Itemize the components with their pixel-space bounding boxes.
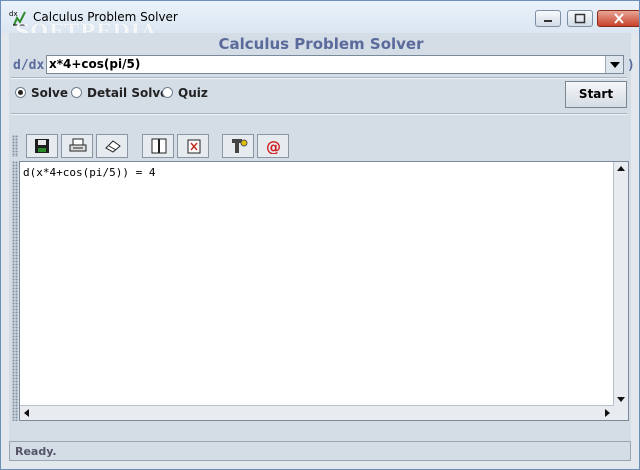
main-panel: Calculus Problem Solver d/dx( x*4+cos(pi… [9, 33, 635, 461]
option-quiz[interactable]: Quiz [162, 86, 212, 102]
scroll-corner [614, 406, 628, 420]
clear-button[interactable] [96, 134, 128, 158]
option-solve-label: Solve [31, 86, 68, 100]
trash-button[interactable] [177, 134, 209, 158]
title-bar[interactable]: dx Calculus Problem Solver SOFTPEDIA [1, 1, 639, 43]
radio-quiz[interactable] [162, 87, 173, 98]
scroll-up-icon[interactable] [614, 162, 628, 176]
app-heading: Calculus Problem Solver [218, 35, 424, 53]
svg-text:@: @ [266, 138, 281, 154]
option-quiz-label: Quiz [178, 86, 208, 100]
maximize-button[interactable] [567, 10, 593, 27]
scroll-down-icon[interactable] [614, 392, 628, 406]
option-detail-solve[interactable]: Detail Solve [71, 86, 168, 102]
expression-combobox[interactable]: x*4+cos(pi/5) [46, 55, 624, 74]
eraser-icon [105, 140, 121, 153]
status-text: Ready. [15, 445, 57, 458]
maximize-icon [574, 13, 586, 24]
minimize-button[interactable] [535, 10, 561, 27]
toolbar-grip[interactable] [12, 135, 18, 157]
scroll-right-icon[interactable] [600, 406, 614, 420]
settings-icon [232, 139, 248, 153]
option-detail-solve-label: Detail Solve [87, 86, 169, 100]
print-icon [69, 138, 87, 152]
save-icon [35, 139, 49, 153]
expression-input[interactable]: x*4+cos(pi/5) [49, 57, 140, 71]
settings-button[interactable] [222, 134, 254, 158]
radio-solve[interactable] [15, 87, 26, 98]
email-icon: @ [266, 138, 281, 154]
start-button[interactable]: Start [565, 81, 627, 108]
editor-grip [12, 161, 18, 421]
expression-suffix: ) [627, 58, 635, 73]
save-button[interactable] [26, 134, 58, 158]
output-text: d(x*4+cos(pi/5)) = 4 [23, 166, 156, 179]
dropdown-arrow-icon[interactable] [605, 56, 623, 73]
scroll-left-icon[interactable] [20, 406, 34, 420]
split-view-icon [151, 138, 167, 154]
close-button[interactable] [597, 10, 639, 27]
print-button[interactable] [61, 134, 93, 158]
option-solve[interactable]: Solve [15, 86, 75, 102]
horizontal-scrollbar[interactable] [20, 405, 614, 420]
vertical-scrollbar[interactable] [613, 162, 628, 406]
divider [11, 77, 627, 79]
divider [11, 113, 627, 115]
app-window: dx Calculus Problem Solver SOFTPEDIA Cal… [0, 0, 640, 470]
minimize-icon [544, 20, 552, 22]
radio-detail-solve[interactable] [71, 87, 82, 98]
status-bar: Ready. [9, 441, 631, 461]
trash-icon [187, 139, 201, 154]
svg-text:dx: dx [9, 10, 18, 18]
output-area[interactable]: d(x*4+cos(pi/5)) = 4 [19, 161, 629, 421]
close-icon [614, 13, 624, 24]
split-view-button[interactable] [142, 134, 174, 158]
email-button[interactable]: @ [257, 134, 289, 158]
